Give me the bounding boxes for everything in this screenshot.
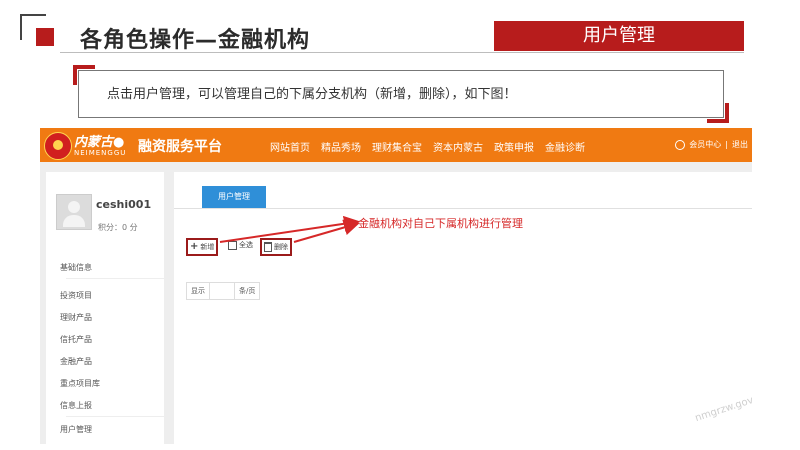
callout-annotation: 金融机构对自己下属机构进行管理 — [358, 217, 523, 230]
arrow-to-add — [219, 215, 360, 243]
